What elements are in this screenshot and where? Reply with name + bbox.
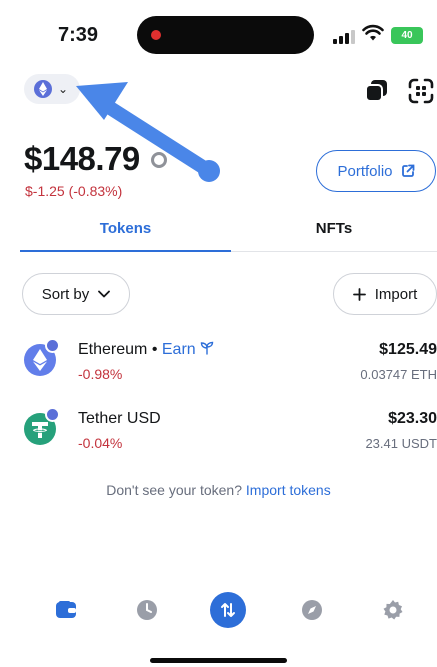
token-value: $125.49 [379,341,437,358]
scan-icon[interactable] [408,78,434,104]
nav-swap[interactable] [210,592,246,628]
network-badge-icon [45,407,60,422]
token-value: $23.30 [388,410,437,427]
token-row-tether[interactable]: Tether USD -0.04% $23.30 23.41 USDT [0,407,437,469]
token-change: -0.98% [78,366,123,382]
status-bar: 7:39 40 [0,0,437,68]
eye-icon[interactable] [151,152,167,168]
network-selector[interactable]: ⌄ [24,74,80,104]
network-badge-icon [45,338,60,353]
token-amount: 0.03747 ETH [360,367,437,382]
total-balance: $148.79 [24,140,140,177]
external-link-icon [401,164,414,177]
tab-tokens[interactable]: Tokens [20,220,231,237]
active-tab-indicator [20,250,231,252]
balance-change: $-1.25 (-0.83%) [25,183,123,199]
token-row-ethereum[interactable]: Ethereum • Earn -0.98% $125.49 0.03747 E… [0,338,437,400]
token-amount: 23.41 USDT [365,436,437,451]
chevron-down-icon: ⌄ [58,82,69,96]
wallet-icon [56,601,76,618]
home-indicator [150,658,287,663]
token-name: Ethereum • Earn [78,341,214,359]
tab-divider [231,251,437,252]
token-change: -0.04% [78,435,123,451]
chevron-down-icon [98,290,111,298]
bottom-nav [0,590,437,638]
nav-activity[interactable] [127,590,167,630]
plus-icon [352,287,366,301]
recording-dot-icon [151,30,161,40]
status-time: 7:39 [58,24,99,46]
tab-nfts[interactable]: NFTs [231,220,437,237]
compass-icon [302,600,322,620]
import-label: Import [374,285,418,303]
import-button[interactable]: Import [333,273,437,315]
battery-icon: 40 [391,27,423,44]
copy-icon[interactable] [364,78,390,104]
nav-explore[interactable] [292,590,332,630]
portfolio-label: Portfolio [337,162,393,180]
import-tokens-prompt: Don't see your token? Import tokens [106,482,331,498]
ethereum-icon [34,80,52,98]
sprout-icon [200,341,214,355]
earn-link[interactable]: Earn [162,341,196,358]
dynamic-island [137,16,314,54]
swap-icon [221,603,235,617]
portfolio-button[interactable]: Portfolio [316,150,436,192]
nav-settings[interactable] [373,590,413,630]
nav-wallet[interactable] [46,590,86,630]
wifi-icon [362,24,384,41]
clock-icon [137,600,157,620]
gear-icon [383,600,403,620]
import-tokens-link[interactable]: Import tokens [246,482,331,498]
token-name: Tether USD [78,410,161,427]
signal-icon [333,30,355,44]
sort-by-label: Sort by [41,285,90,303]
sort-by-button[interactable]: Sort by [22,273,130,315]
